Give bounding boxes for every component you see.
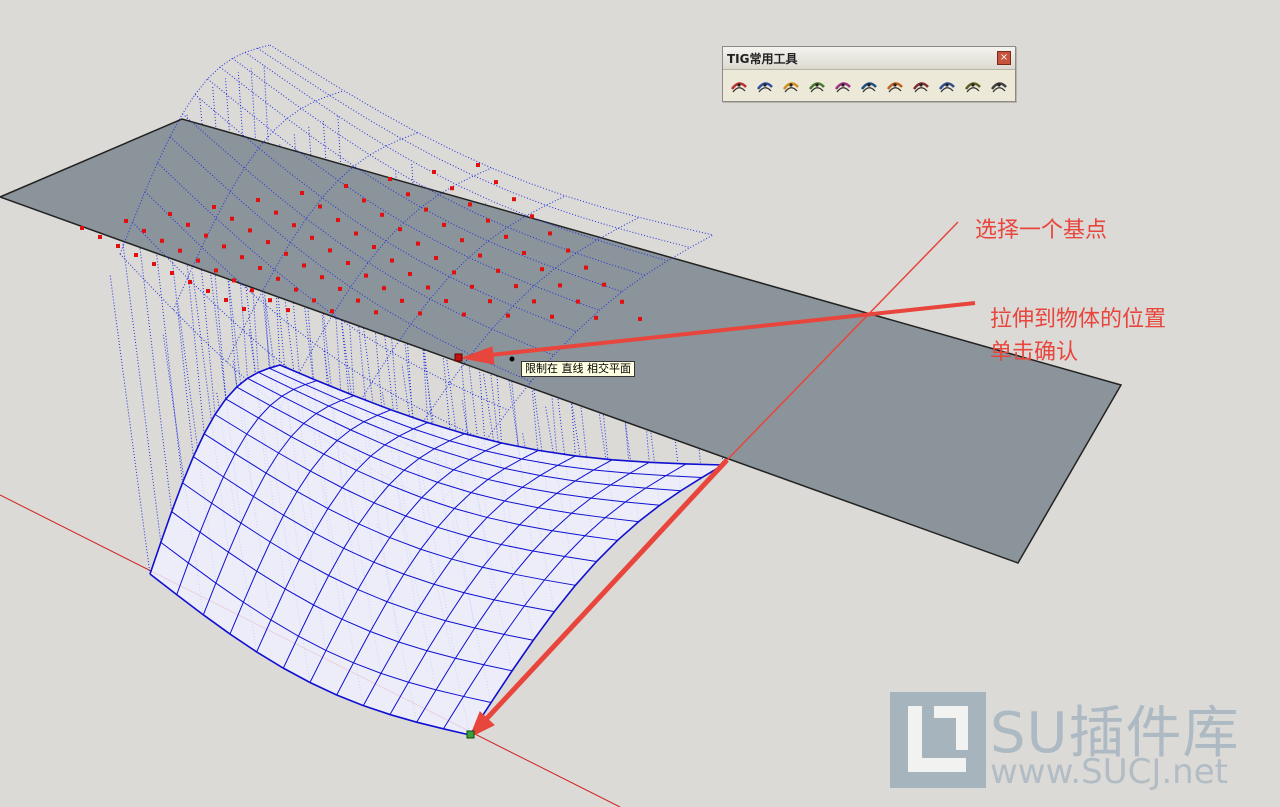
close-button[interactable]: × (997, 51, 1011, 65)
annotation-confirm: 单击确认 (990, 340, 1079, 365)
model-viewport[interactable] (0, 0, 1280, 807)
tool-2-icon[interactable] (754, 74, 776, 98)
tool-4-icon[interactable] (806, 74, 828, 98)
tig-toolbar[interactable]: TIG常用工具 × (722, 46, 1016, 102)
toolbar-titlebar[interactable]: TIG常用工具 × (723, 47, 1015, 70)
tool-1-icon[interactable] (728, 74, 750, 98)
cursor-marker (509, 356, 515, 362)
tool-8-icon[interactable] (910, 74, 932, 98)
tool-11-icon[interactable] (988, 74, 1010, 98)
watermark-url: www.SUCJ.net (990, 752, 1228, 792)
tool-7-icon[interactable] (884, 74, 906, 98)
watermark: SU插件库 www.SUCJ.net (890, 692, 1275, 792)
toolbar-title: TIG常用工具 (727, 51, 798, 66)
inference-tooltip: 限制在 直线 相交平面 (521, 361, 635, 377)
tool-9-icon[interactable] (936, 74, 958, 98)
target-point-marker (466, 730, 475, 739)
base-point-marker (454, 353, 463, 362)
watermark-logo (890, 692, 986, 788)
tool-6-icon[interactable] (858, 74, 880, 98)
annotation-select-base: 选择一个基点 (975, 218, 1108, 243)
tool-5-icon[interactable] (832, 74, 854, 98)
toolbar-icons (723, 70, 1015, 102)
annotation-stretch: 拉伸到物体的位置 (990, 307, 1167, 332)
tool-10-icon[interactable] (962, 74, 984, 98)
tool-3-icon[interactable] (780, 74, 802, 98)
